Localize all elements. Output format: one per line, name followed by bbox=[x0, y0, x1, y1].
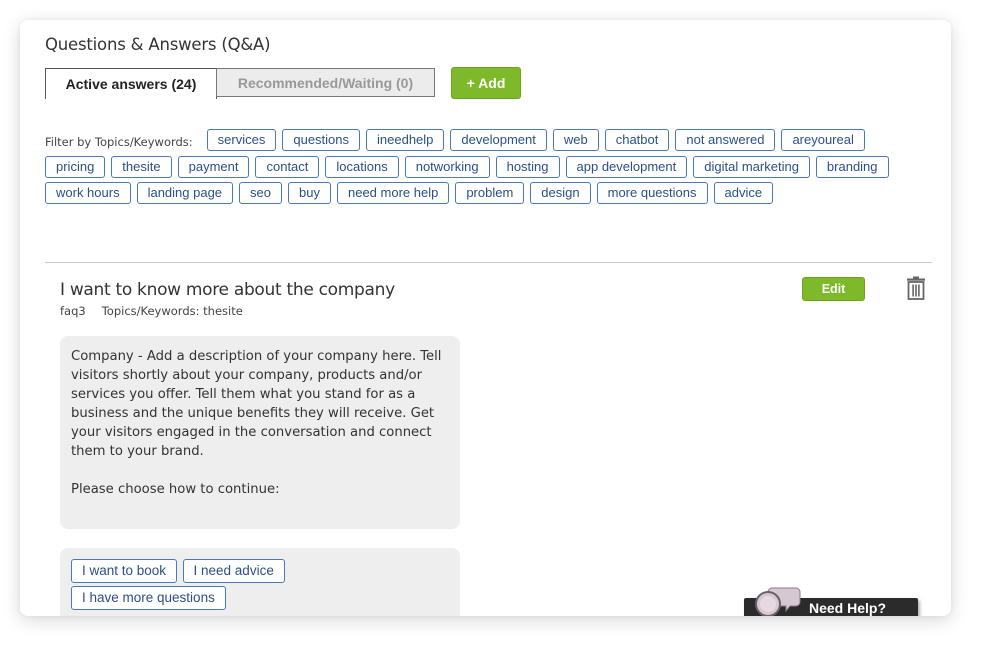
tab-recommended-waiting[interactable]: Recommended/Waiting (0) bbox=[216, 68, 435, 97]
filter-chip[interactable]: locations bbox=[325, 155, 399, 178]
choice-button-advice[interactable]: I need advice bbox=[182, 559, 285, 583]
filter-chip[interactable]: payment bbox=[177, 155, 250, 178]
need-help-widget[interactable]: Need Help? bbox=[744, 586, 920, 616]
answer-prompt: Please choose how to continue: bbox=[71, 482, 280, 497]
filter-chip[interactable]: thesite bbox=[111, 155, 172, 178]
question-id: faq3 bbox=[60, 304, 86, 318]
filter-chip[interactable]: areyoureal bbox=[781, 129, 865, 152]
answer-bubble: Company - Add a description of your comp… bbox=[60, 336, 460, 529]
choice-buttons: I want to book I need advice I have more… bbox=[60, 548, 460, 616]
filter-chip[interactable]: landing page bbox=[136, 181, 234, 204]
tab-active-answers[interactable]: Active answers (24) bbox=[45, 68, 217, 99]
chat-bubbles-icon bbox=[755, 587, 801, 616]
filter-chip[interactable]: need more help bbox=[336, 181, 450, 204]
filter-chip[interactable]: hosting bbox=[495, 155, 560, 178]
filter-chip[interactable]: chatbot bbox=[604, 129, 670, 152]
filter-label: Filter by Topics/Keywords: bbox=[45, 134, 193, 149]
topic-filter: Filter by Topics/Keywords: services questi… bbox=[45, 128, 935, 207]
filter-chip[interactable]: branding bbox=[815, 155, 889, 178]
choice-button-book[interactable]: I want to book bbox=[71, 559, 178, 583]
filter-chip[interactable]: development bbox=[450, 129, 547, 152]
filter-chip[interactable]: notworking bbox=[404, 155, 490, 178]
filter-chip[interactable]: design bbox=[530, 181, 591, 204]
filter-chip[interactable]: digital marketing bbox=[693, 155, 810, 178]
divider bbox=[45, 262, 932, 263]
filter-chip[interactable]: ineedhelp bbox=[366, 129, 445, 152]
filter-chip[interactable]: contact bbox=[255, 155, 320, 178]
filter-chip[interactable]: more questions bbox=[596, 181, 708, 204]
qa-panel: Questions & Answers (Q&A) Active answers… bbox=[20, 20, 951, 616]
filter-chip[interactable]: buy bbox=[288, 181, 331, 204]
trash-icon[interactable] bbox=[906, 276, 926, 300]
need-help-label: Need Help? bbox=[809, 600, 887, 616]
filter-chip[interactable]: pricing bbox=[45, 155, 106, 178]
choice-button-more-questions[interactable]: I have more questions bbox=[71, 586, 226, 610]
filter-chip[interactable]: seo bbox=[239, 181, 283, 204]
answer-text: Company - Add a description of your comp… bbox=[71, 349, 442, 459]
filter-chip[interactable]: app development bbox=[565, 155, 688, 178]
edit-button[interactable]: Edit bbox=[802, 277, 865, 301]
filter-chip[interactable]: web bbox=[552, 129, 599, 152]
filter-chip[interactable]: advice bbox=[713, 181, 774, 204]
filter-chip[interactable]: work hours bbox=[45, 181, 131, 204]
question-topics: Topics/Keywords: thesite bbox=[101, 304, 243, 318]
question-meta: faq3 Topics/Keywords: thesite bbox=[60, 304, 259, 318]
add-button[interactable]: + Add bbox=[451, 67, 521, 99]
page-title: Questions & Answers (Q&A) bbox=[45, 35, 271, 54]
filter-chip[interactable]: problem bbox=[455, 181, 525, 204]
filter-chip[interactable]: questions bbox=[282, 129, 361, 152]
filter-chip[interactable]: services bbox=[206, 129, 277, 152]
filter-chip[interactable]: not answered bbox=[675, 129, 776, 152]
question-title: I want to know more about the company bbox=[60, 280, 395, 300]
